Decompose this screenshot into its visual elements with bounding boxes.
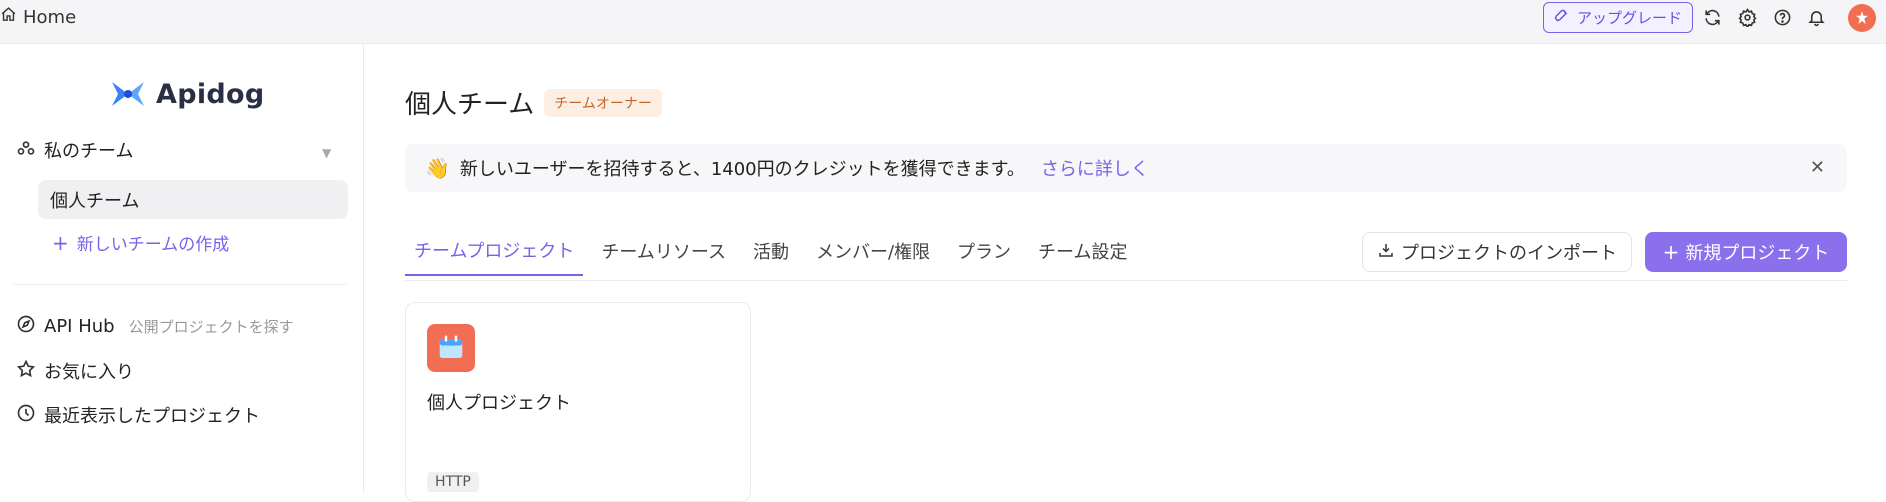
home-icon [0, 6, 17, 28]
refresh-icon[interactable] [1702, 7, 1722, 27]
import-icon [1377, 241, 1395, 264]
plus-icon: + [1662, 240, 1680, 264]
logo-text: Apidog [156, 78, 265, 110]
tab-team-settings[interactable]: チーム設定 [1029, 226, 1136, 276]
wave-hand-icon: 👋 [425, 156, 450, 180]
banner-text: 新しいユーザーを招待すると、1400円のクレジットを獲得できます。 [459, 159, 1025, 180]
tab-plan[interactable]: プラン [948, 226, 1020, 276]
sidebar-item-personal-team[interactable]: 個人チーム [38, 180, 348, 219]
project-name: 個人プロジェクト [427, 393, 571, 414]
top-bar: Home アップグレード [0, 0, 1886, 44]
team-tabs: チームプロジェクト チームリソース 活動 メンバー/権限 プラン チーム設定 [405, 226, 1146, 276]
tab-team-projects[interactable]: チームプロジェクト [405, 226, 584, 276]
import-project-button[interactable]: プロジェクトのインポート [1362, 232, 1632, 272]
recent-label: 最近表示したプロジェクト [44, 406, 260, 427]
tab-activity[interactable]: 活動 [744, 226, 798, 276]
apidog-logo-icon [112, 82, 144, 106]
gear-icon[interactable] [1737, 7, 1757, 27]
project-type-tag: HTTP [427, 472, 479, 492]
my-teams-label: 私のチーム [44, 141, 134, 162]
upgrade-button[interactable]: アップグレード [1543, 2, 1693, 33]
upgrade-label: アップグレード [1576, 9, 1682, 27]
chevron-down-icon[interactable]: ▼ [322, 146, 331, 160]
home-label: Home [23, 6, 77, 28]
plus-icon: + [52, 230, 69, 255]
favorites-label: お気に入り [44, 362, 134, 383]
avatar[interactable] [1848, 4, 1876, 32]
import-label: プロジェクトのインポート [1401, 243, 1617, 264]
bell-icon[interactable] [1806, 7, 1826, 27]
create-team-button[interactable]: + 新しいチームの作成 [52, 230, 230, 256]
sidebar: Apidog 私のチーム ▼ 個人チーム + 新しいチームの作成 API Hub… [0, 44, 364, 493]
help-icon[interactable] [1772, 7, 1792, 27]
main-content: 個人チーム チームオーナー 👋 新しいユーザーを招待すると、1400円のクレジッ… [365, 44, 1886, 502]
star-icon [16, 359, 36, 384]
home-link[interactable]: Home [0, 6, 76, 28]
invite-banner: 👋 新しいユーザーを招待すると、1400円のクレジットを獲得できます。 さらに詳… [405, 144, 1847, 192]
sidebar-divider [14, 284, 346, 285]
clock-icon [16, 403, 36, 428]
sidebar-item-recent[interactable]: 最近表示したプロジェクト [16, 402, 260, 428]
new-project-label: 新規プロジェクト [1685, 243, 1830, 264]
sidebar-item-label: 個人チーム [50, 190, 140, 212]
tab-members[interactable]: メンバー/権限 [807, 226, 939, 276]
apidog-logo: Apidog [108, 74, 264, 114]
tab-team-resources[interactable]: チームリソース [592, 226, 735, 276]
team-icon [16, 138, 36, 163]
owner-badge: チームオーナー [544, 88, 662, 117]
api-hub-subtitle: 公開プロジェクトを探す [128, 318, 294, 336]
close-icon[interactable]: ✕ [1810, 157, 1825, 178]
calendar-icon [427, 324, 475, 372]
learn-more-link[interactable]: さらに詳しく [1041, 155, 1149, 181]
create-team-label: 新しいチームの作成 [76, 235, 230, 255]
sidebar-item-api-hub[interactable]: API Hub 公開プロジェクトを探す [16, 314, 294, 339]
tabs-divider [405, 280, 1847, 281]
sidebar-item-favorites[interactable]: お気に入り [16, 358, 134, 384]
api-hub-label: API Hub [44, 316, 115, 337]
team-header: 個人チーム チームオーナー [405, 84, 662, 121]
rocket-icon [1554, 7, 1571, 28]
new-project-button[interactable]: + 新規プロジェクト [1645, 232, 1847, 272]
page-title: 個人チーム [405, 90, 535, 120]
compass-icon [16, 314, 36, 339]
my-teams-toggle[interactable]: 私のチーム [16, 137, 133, 163]
project-card[interactable]: 個人プロジェクト HTTP [405, 302, 751, 502]
